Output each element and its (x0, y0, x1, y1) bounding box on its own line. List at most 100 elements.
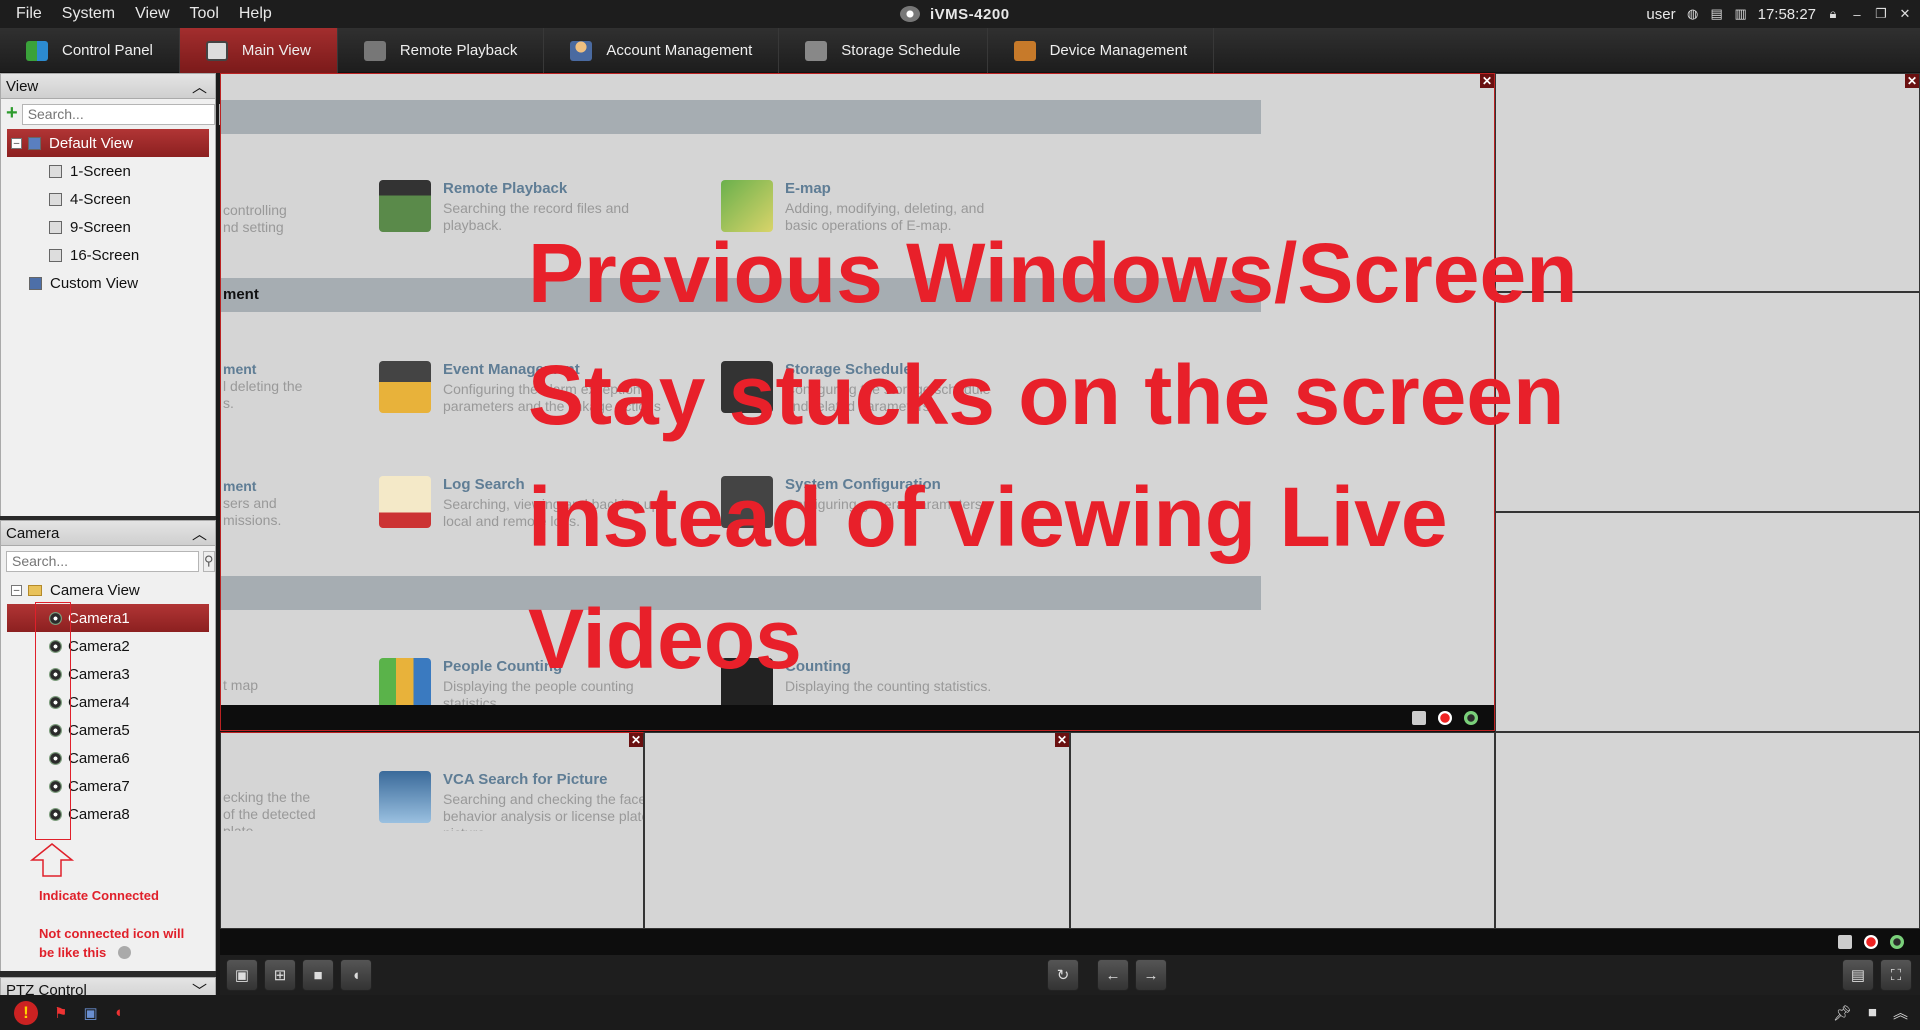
tab-main-view[interactable]: Main View (179, 28, 338, 73)
view-cell-8[interactable] (1495, 732, 1920, 929)
restore-icon[interactable]: ❐ (1874, 6, 1888, 21)
fullscreen-icon[interactable]: ⛶ (1880, 959, 1912, 991)
collapse-icon[interactable]: – (11, 137, 22, 149)
view-cell-1[interactable]: ment controlling nd setting ment l deletin… (220, 73, 1495, 731)
restore-panel-icon[interactable]: ■ (1868, 1004, 1877, 1021)
globe-icon[interactable]: ◍ (1686, 6, 1700, 21)
tree-camera6[interactable]: Camera6 (1, 744, 215, 772)
tree-camera-view[interactable]: – Camera View (1, 576, 215, 604)
stop-all-icon[interactable]: ■ (302, 959, 334, 991)
minimize-icon[interactable]: – (1850, 7, 1864, 22)
collapse-panel-icon[interactable]: ︽ (1893, 1002, 1908, 1023)
close-cell-1-icon[interactable]: ✕ (1480, 74, 1494, 88)
view-panel: + ⚲ –Default View 1-Screen 4-Screen 9-Sc… (0, 99, 231, 516)
layout-icon[interactable]: ⊞ (264, 959, 296, 991)
tree-4-screen[interactable]: 4-Screen (1, 185, 215, 213)
status-bar: ! ⚑ ▣ ◖ 📌︎ ■ ︽ (0, 995, 1920, 1030)
lock-icon[interactable]: 🔒︎ (1826, 6, 1840, 21)
section-band-2: ment (221, 278, 1261, 312)
record-icon[interactable] (1864, 935, 1878, 949)
tree-camera7[interactable]: Camera7 (1, 772, 215, 800)
view-folder-icon (28, 136, 41, 150)
bg-log-search: Log Search Searching, viewing and backing… (379, 476, 673, 530)
username: user (1646, 5, 1676, 23)
view-cell-3[interactable] (1495, 292, 1920, 512)
left-sidebar: View︿ + ⚲ –Default View 1-Screen 4-Scree… (0, 73, 231, 1003)
chevron-up-icon[interactable]: ︿ (192, 523, 207, 544)
view-search-input[interactable] (21, 103, 215, 125)
monitor-alarm-icon[interactable]: ▣ (83, 1004, 97, 1022)
bg-vca-search: VCA Search for Picture Searching and chec… (379, 771, 643, 831)
tab-remote-playback[interactable]: Remote Playback (338, 28, 545, 73)
tree-camera2[interactable]: Camera2 (1, 632, 215, 660)
collapse-icon[interactable]: – (11, 584, 22, 596)
view-cell-4[interactable] (1495, 512, 1920, 732)
view-cell-7[interactable] (1070, 732, 1495, 929)
add-view-icon[interactable]: + (6, 103, 18, 123)
tree-16-screen[interactable]: 16-Screen (1, 241, 215, 269)
pin-icon[interactable]: 📌︎ (1833, 1004, 1852, 1022)
next-icon[interactable]: → (1135, 959, 1167, 991)
counting-chart-icon (721, 658, 773, 710)
section-band-1 (221, 100, 1261, 134)
alarm-icon[interactable]: ⚑ (54, 1004, 67, 1022)
volume-icon[interactable]: ◖ (340, 959, 372, 991)
playback-control-bar: ▣ ⊞ ■ ◖ ↻ ← → ▤ ⛶ (220, 955, 1920, 995)
cpu-icon[interactable]: ▥ (1734, 6, 1748, 21)
camcorder-icon (721, 361, 773, 413)
bg-emap: E-map Adding, modifying, deleting, and ba… (721, 180, 1015, 234)
camera-search-input[interactable] (6, 550, 199, 572)
tab-account-management[interactable]: Account Management (544, 28, 780, 73)
menu-system[interactable]: System (52, 5, 125, 23)
tab-storage-schedule[interactable]: Storage Schedule (779, 28, 988, 73)
menu-tool[interactable]: Tool (180, 5, 229, 23)
close-cell-5-icon[interactable]: ✕ (629, 733, 643, 747)
bg-fragment-3: ment sers and missions. (223, 478, 282, 528)
save-view-icon[interactable]: ▣ (226, 959, 258, 991)
up-arrow-annotation (29, 843, 75, 877)
calendar-icon (379, 476, 431, 528)
audio-icon[interactable]: ◖ (114, 1004, 123, 1021)
bg-people-counting: People Counting Displaying the people cou… (379, 658, 673, 712)
camera-panel-header[interactable]: Camera ︿ (0, 520, 216, 546)
playback-icon (379, 180, 431, 232)
tree-camera3[interactable]: Camera3 (1, 660, 215, 688)
user-icon (570, 40, 593, 61)
camera-disconnected-icon (118, 946, 132, 959)
capture-icon[interactable] (1838, 935, 1852, 949)
keyboard-icon[interactable]: ▤ (1710, 6, 1724, 21)
tree-camera4[interactable]: Camera4 (1, 688, 215, 716)
grid-bottom-toolbar (220, 929, 1920, 955)
tree-camera8[interactable]: Camera8 (1, 800, 215, 828)
capture-icon[interactable] (1412, 711, 1426, 725)
close-icon[interactable]: ✕ (1898, 6, 1912, 21)
record-icon[interactable] (1438, 711, 1452, 725)
menu-bar: File System View Tool Help iVMS-4200 use… (0, 0, 1920, 28)
menu-file[interactable]: File (6, 5, 52, 23)
tree-default-view[interactable]: – Default View (7, 129, 209, 157)
loop-icon[interactable]: ↻ (1047, 959, 1079, 991)
tree-custom-view[interactable]: Custom View (1, 269, 215, 297)
tree-1-screen[interactable]: 1-Screen (1, 157, 215, 185)
menu-help[interactable]: Help (229, 5, 282, 23)
tab-control-panel[interactable]: Control Panel (0, 28, 180, 73)
window-division-icon[interactable]: ▤ (1842, 959, 1874, 991)
view-cell-5[interactable]: ecking the the of the detected plate VCA S… (220, 732, 644, 929)
chevron-up-icon[interactable]: ︿ (192, 76, 207, 97)
view-cell-2[interactable]: ✕ (1495, 73, 1920, 292)
search-icon[interactable]: ⚲ (203, 550, 215, 572)
view-panel-header[interactable]: View ︿ (0, 73, 216, 99)
annotation-box (35, 602, 71, 840)
tree-camera5[interactable]: Camera5 (1, 716, 215, 744)
view-cell-6[interactable]: ✕ (644, 732, 1070, 929)
close-cell-6-icon[interactable]: ✕ (1055, 733, 1069, 747)
tab-device-management[interactable]: Device Management (988, 28, 1215, 73)
menu-view[interactable]: View (125, 5, 179, 23)
alarm-warning-icon[interactable]: ! (14, 1000, 38, 1025)
previous-icon[interactable]: ← (1097, 959, 1129, 991)
tree-9-screen[interactable]: 9-Screen (1, 213, 215, 241)
refresh-icon[interactable] (1890, 935, 1904, 949)
close-cell-2-icon[interactable]: ✕ (1905, 74, 1919, 88)
bg-fragment-1: controlling nd setting (223, 202, 287, 235)
refresh-icon[interactable] (1464, 711, 1478, 725)
